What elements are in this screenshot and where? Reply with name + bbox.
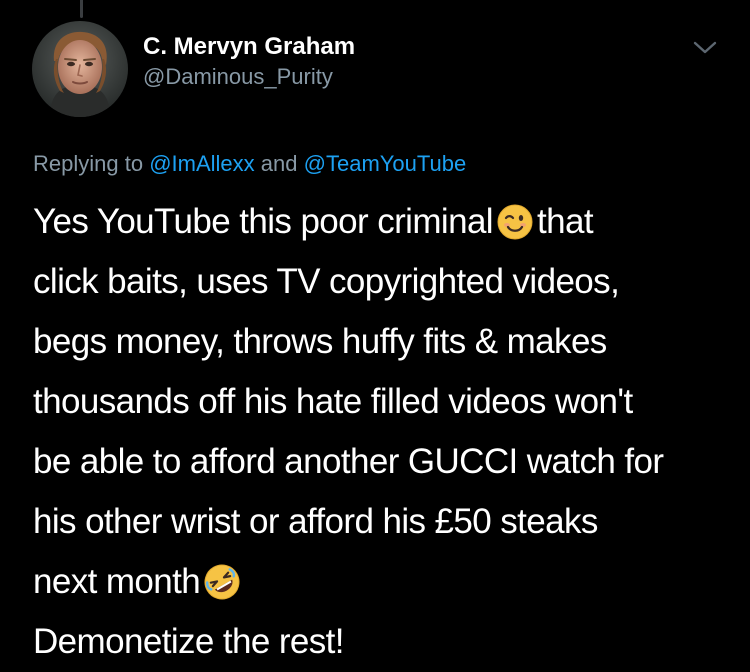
tweet-line: Yes YouTube this poor criminal that (33, 192, 733, 252)
tweet-text: Yes YouTube this poor criminal that clic… (33, 192, 733, 672)
tweet-text-segment: that (537, 202, 594, 241)
mention-link-teamyoutube[interactable]: @TeamYouTube (304, 151, 467, 176)
tweet-line: his other wrist or afford his £50 steaks (33, 502, 598, 541)
user-handle[interactable]: @Daminous_Purity (143, 62, 355, 92)
display-name[interactable]: C. Mervyn Graham (143, 32, 355, 62)
chevron-down-icon[interactable] (692, 38, 718, 58)
tweet-line: click baits, uses TV copyrighted videos, (33, 262, 620, 301)
tweet-text-segment: next month (33, 562, 201, 601)
tweet-line: next month (33, 552, 733, 612)
tweet-line: begs money, throws huffy fits & makes (33, 322, 607, 361)
tweet-line: Demonetize the rest! (33, 622, 345, 661)
tweet-line: thousands off his hate filled videos won… (33, 382, 633, 421)
avatar-image (32, 21, 128, 117)
tweet-line: be able to afford another GUCCI watch fo… (33, 442, 664, 481)
mention-link-imallexx[interactable]: @ImAllexx (149, 151, 254, 176)
replying-to-label: Replying to (33, 151, 144, 176)
winking-face-emoji (497, 199, 533, 240)
avatar[interactable] (32, 21, 128, 117)
tweet-author[interactable]: C. Mervyn Graham @Daminous_Purity (143, 32, 355, 92)
replying-connector: and (260, 151, 298, 176)
thread-connector-line (80, 0, 83, 18)
replying-to-line: Replying to @ImAllexx and @TeamYouTube (33, 150, 466, 178)
rolling-on-floor-laughing-emoji (204, 559, 240, 600)
tweet-text-segment: Yes YouTube this poor criminal (33, 202, 494, 241)
